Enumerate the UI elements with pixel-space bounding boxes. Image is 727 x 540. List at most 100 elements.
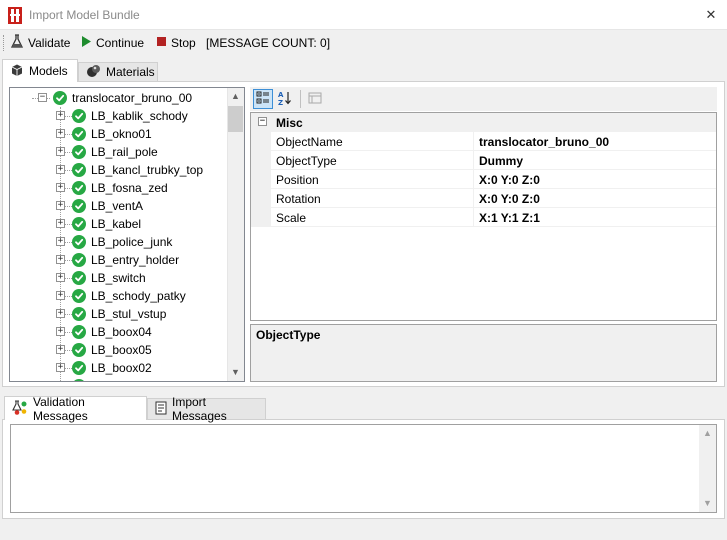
- categorized-view-button[interactable]: [253, 89, 273, 109]
- tree-node[interactable]: LB_boox05: [72, 341, 152, 359]
- property-row[interactable]: ObjectType Dummy: [271, 151, 716, 170]
- tab-validation-messages[interactable]: Validation Messages: [4, 394, 147, 423]
- messages-scroll-up-button[interactable]: ▲: [699, 425, 716, 442]
- property-value[interactable]: X:0 Y:0 Z:0: [479, 192, 540, 206]
- tree-node[interactable]: LB_ventA: [72, 197, 143, 215]
- valid-check-icon: [72, 271, 86, 285]
- tree-root-node[interactable]: translocator_bruno_00: [53, 89, 192, 107]
- tree-expand-toggle[interactable]: +: [56, 129, 65, 138]
- tree-node[interactable]: LB_kabel: [72, 215, 141, 233]
- app-logo-icon: [8, 7, 22, 24]
- valid-check-icon: [72, 307, 86, 321]
- tree-node[interactable]: LB_boox03: [72, 377, 152, 381]
- column-splitter[interactable]: [473, 132, 474, 227]
- tree-expand-toggle[interactable]: +: [56, 111, 65, 120]
- tree-node[interactable]: LB_switch: [72, 269, 146, 287]
- tree-expand-toggle[interactable]: +: [56, 237, 65, 246]
- validate-button[interactable]: Validate: [10, 32, 70, 54]
- tab-materials-label: Materials: [106, 65, 155, 79]
- close-button[interactable]: ✕: [697, 2, 725, 28]
- property-row[interactable]: Rotation X:0 Y:0 Z:0: [271, 189, 716, 208]
- tree-node[interactable]: LB_schody_patky: [72, 287, 186, 305]
- continue-label: Continue: [96, 36, 145, 50]
- tree-node-label: LB_stul_vstup: [91, 307, 167, 321]
- tab-models-label: Models: [29, 64, 68, 78]
- svg-text:Z: Z: [278, 99, 283, 106]
- tree-node-label: LB_fosna_zed: [91, 181, 168, 195]
- tree-expand-toggle[interactable]: +: [56, 165, 65, 174]
- tree-expand-toggle[interactable]: +: [56, 363, 65, 372]
- model-tree[interactable]: − translocator_bruno_00 + LB_kablik_schody +…: [9, 87, 245, 382]
- property-value[interactable]: X:0 Y:0 Z:0: [479, 173, 540, 187]
- tree-expand-toggle[interactable]: +: [56, 309, 65, 318]
- tree-expand-toggle[interactable]: +: [56, 255, 65, 264]
- messages-list[interactable]: [10, 424, 717, 513]
- message-count: [MESSAGE COUNT: 0]: [206, 36, 331, 50]
- category-collapse-toggle[interactable]: −: [258, 117, 267, 126]
- spheres-icon: [86, 64, 101, 81]
- tree-node-label: LB_ventA: [91, 199, 144, 213]
- tab-materials[interactable]: Materials: [78, 62, 158, 81]
- tree-expand-toggle[interactable]: +: [56, 291, 65, 300]
- property-value[interactable]: translocator_bruno_00: [479, 135, 609, 149]
- property-name: ObjectType: [276, 154, 337, 168]
- tree-expand-toggle[interactable]: +: [56, 183, 65, 192]
- valid-check-icon: [72, 163, 86, 177]
- alphabetical-sort-button[interactable]: A Z: [275, 89, 295, 109]
- tree-expand-toggle[interactable]: +: [56, 327, 65, 336]
- validation-icon: [12, 399, 28, 418]
- property-value[interactable]: Dummy: [479, 154, 523, 168]
- tab-models[interactable]: Models: [2, 59, 78, 82]
- scroll-down-button[interactable]: ▼: [227, 364, 244, 381]
- valid-check-icon: [72, 343, 86, 357]
- tree-node[interactable]: LB_kancl_trubky_top: [72, 161, 203, 179]
- category-header[interactable]: [251, 113, 716, 132]
- property-row[interactable]: Scale X:1 Y:1 Z:1: [271, 208, 716, 227]
- tree-node-label: LB_entry_holder: [91, 253, 180, 267]
- tree-node[interactable]: LB_rail_pole: [72, 143, 158, 161]
- description-title: ObjectType: [256, 328, 321, 342]
- tree-expand-toggle[interactable]: +: [56, 147, 65, 156]
- sort-az-icon: A Z: [277, 90, 293, 109]
- property-pages-button[interactable]: [305, 89, 325, 109]
- continue-button[interactable]: Continue: [80, 32, 144, 54]
- messages-scroll-down-button[interactable]: ▼: [699, 495, 716, 512]
- stop-button[interactable]: Stop: [156, 32, 196, 54]
- tree-node-label: LB_kabel: [91, 217, 142, 231]
- tree-node[interactable]: LB_police_junk: [72, 233, 172, 251]
- scroll-up-button[interactable]: ▲: [227, 88, 244, 105]
- tree-expand-toggle[interactable]: +: [56, 201, 65, 210]
- property-value[interactable]: X:1 Y:1 Z:1: [479, 211, 540, 225]
- tree-node[interactable]: LB_boox04: [72, 323, 152, 341]
- toolbar-grip[interactable]: [3, 35, 6, 51]
- tree-node-label: translocator_bruno_00: [72, 91, 193, 105]
- tree-expand-toggle[interactable]: +: [56, 219, 65, 228]
- tree-collapse-toggle[interactable]: −: [38, 93, 47, 102]
- tab-import-messages[interactable]: Import Messages: [147, 395, 266, 423]
- scroll-thumb[interactable]: [228, 106, 243, 132]
- stop-label: Stop: [171, 36, 196, 50]
- valid-check-icon: [72, 289, 86, 303]
- valid-check-icon: [72, 199, 86, 213]
- tree-expand-toggle[interactable]: +: [56, 273, 65, 282]
- tree-node-label: LB_rail_pole: [91, 145, 158, 159]
- tree-node-label: LB_police_junk: [91, 235, 173, 249]
- categorized-icon: [256, 91, 270, 108]
- tree-node-label: LB_boox03: [91, 379, 152, 381]
- tree-expand-toggle[interactable]: +: [56, 345, 65, 354]
- property-name: Scale: [276, 211, 307, 225]
- property-row[interactable]: Position X:0 Y:0 Z:0: [271, 170, 716, 189]
- tree-node[interactable]: LB_stul_vstup: [72, 305, 166, 323]
- property-name: Rotation: [276, 192, 321, 206]
- toolbar-separator: [300, 90, 301, 108]
- tab-validation-label: Validation Messages: [33, 394, 88, 423]
- tree-node[interactable]: LB_kablik_schody: [72, 107, 188, 125]
- tree-node[interactable]: LB_boox02: [72, 359, 152, 377]
- stop-icon: [156, 36, 167, 50]
- property-row[interactable]: ObjectName translocator_bruno_00: [271, 132, 716, 151]
- tree-node[interactable]: LB_entry_holder: [72, 251, 179, 269]
- tree-node[interactable]: LB_okno01: [72, 125, 152, 143]
- tree-node[interactable]: LB_fosna_zed: [72, 179, 168, 197]
- document-icon: [155, 401, 167, 418]
- tree-expand-toggle[interactable]: +: [58, 381, 63, 382]
